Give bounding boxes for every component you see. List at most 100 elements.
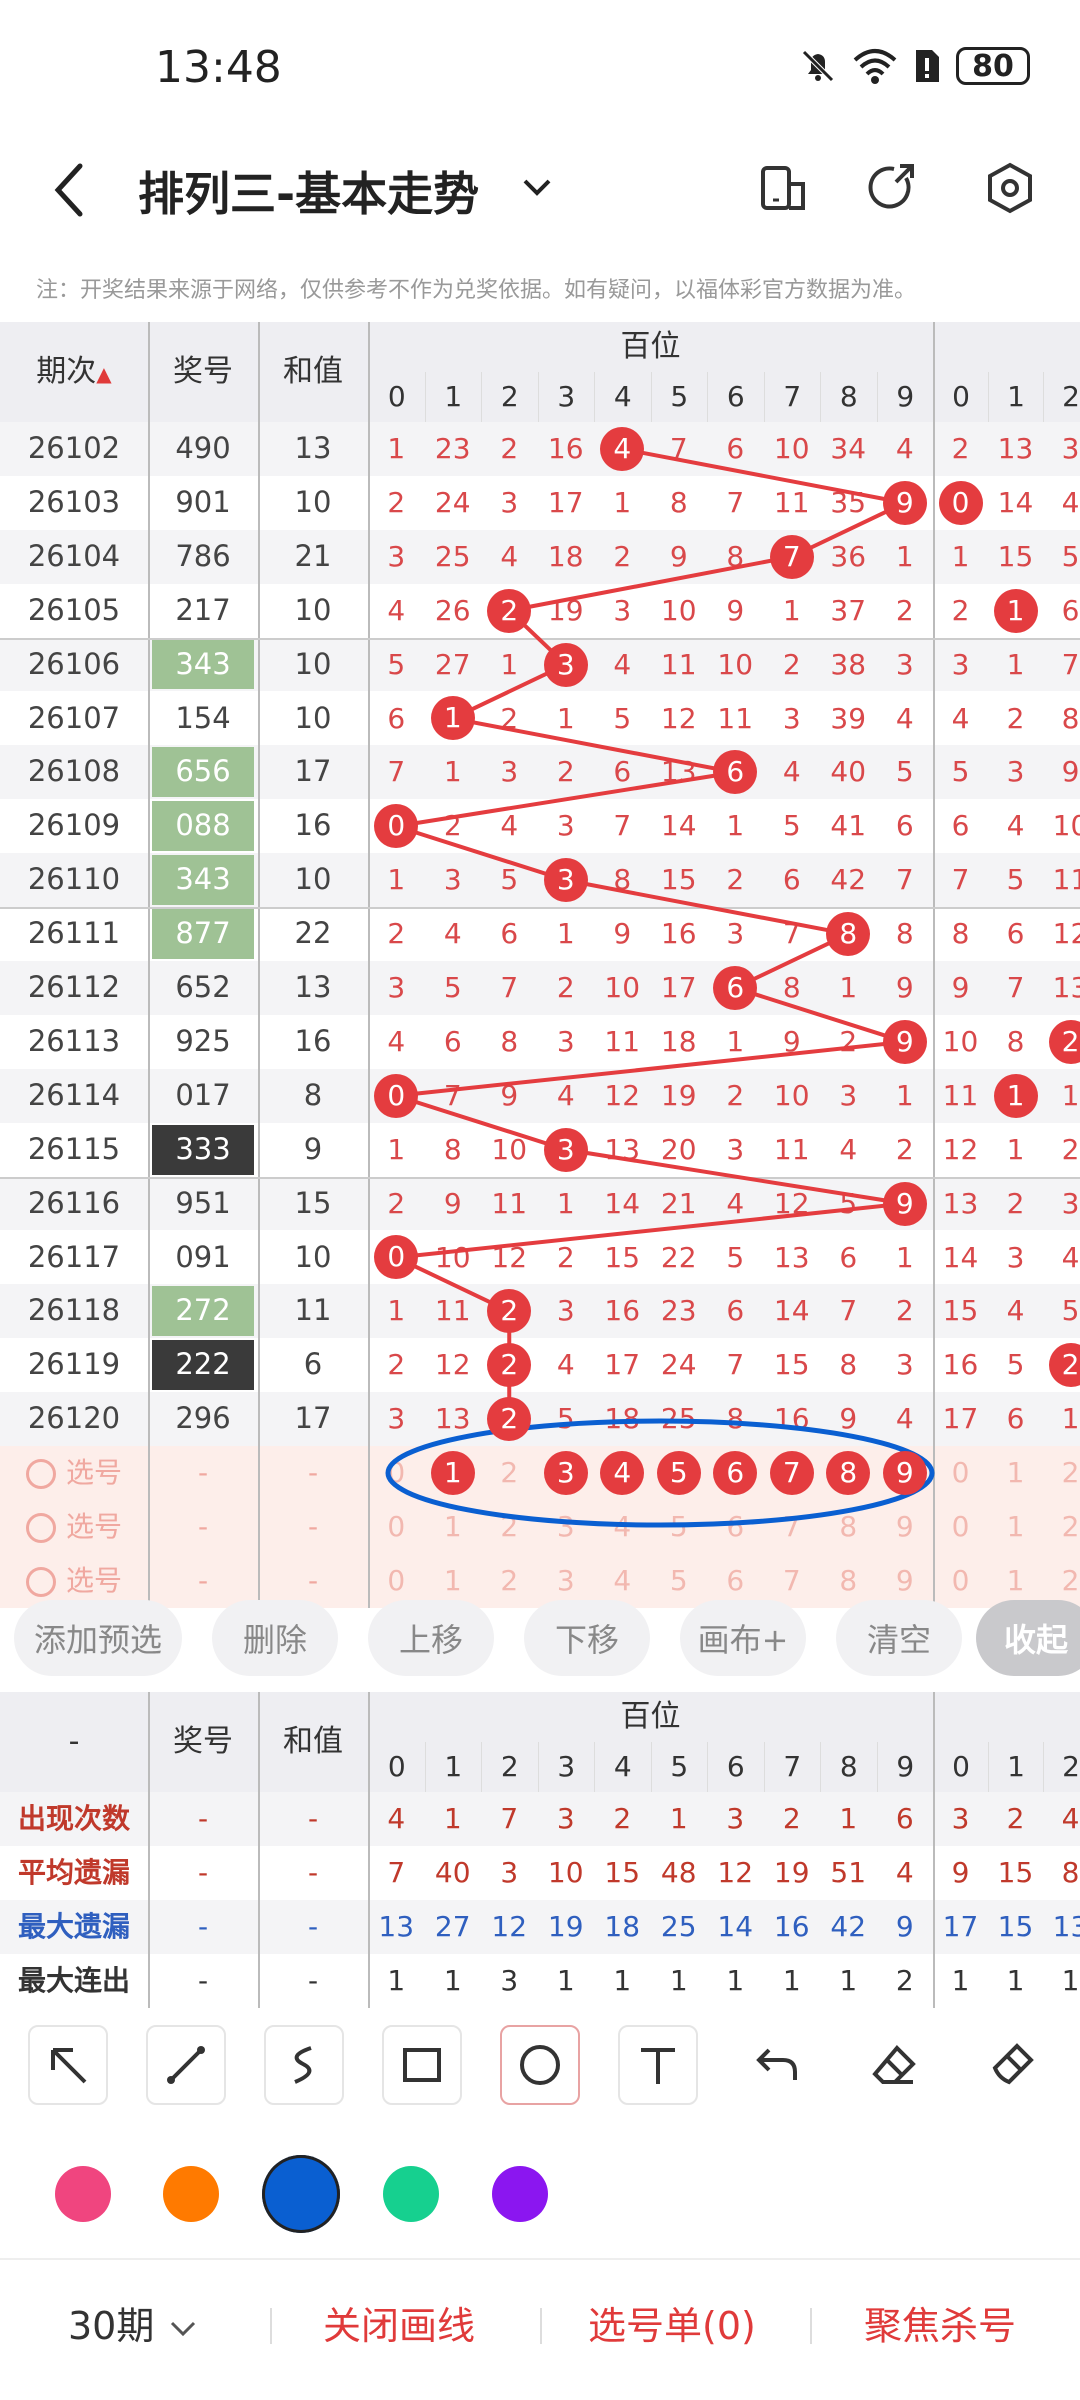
select-number-cell[interactable]: 0 [368, 1446, 425, 1500]
back-button[interactable] [40, 150, 100, 230]
miss-count-cell: 2 [782, 647, 801, 681]
miss-count-cell: 14 [604, 1186, 641, 1220]
radio-circle-icon[interactable] [25, 1459, 56, 1490]
select-row-label[interactable]: 选号 [0, 1446, 148, 1500]
miss-count-cell: 1 [500, 647, 519, 681]
miss-count-cell: 4 [895, 432, 914, 465]
select-number-cell[interactable]: 2 [1043, 1446, 1080, 1500]
select-number-cell[interactable]: 7 [764, 1500, 821, 1554]
miss-count-cell: 17 [547, 485, 584, 519]
brush-icon [992, 2043, 1034, 2085]
divider [540, 2308, 542, 2344]
color-blue-selected[interactable] [262, 2155, 340, 2233]
digit-header-4: 4 [594, 1742, 651, 1792]
miss-count-cell: 5 [1006, 1348, 1025, 1382]
text-tool[interactable] [618, 2025, 698, 2105]
color-green[interactable] [383, 2166, 439, 2222]
rectangle-tool[interactable] [382, 2025, 462, 2105]
layout-toggle-icon[interactable] [755, 160, 811, 216]
focus-kill-button[interactable]: 聚焦杀号 [864, 2295, 1016, 2350]
period-cell: 26107 [27, 700, 121, 735]
delete-button[interactable]: 删除 [212, 1600, 338, 1676]
move-up-button[interactable]: 上移 [368, 1600, 494, 1676]
col-sum-header: 和值 [258, 322, 368, 422]
select-number-cell[interactable]: 1 [988, 1500, 1043, 1554]
select-number-cell[interactable]: 0 [933, 1446, 988, 1500]
digit-header-5: 5 [650, 1742, 707, 1792]
select-number-cell[interactable]: 0 [933, 1554, 988, 1608]
miss-count-cell: 10 [491, 1132, 528, 1166]
select-number-cell[interactable]: 2 [1043, 1500, 1080, 1554]
eraser-tool[interactable] [854, 2025, 934, 2105]
miss-count-cell: 23 [434, 432, 471, 465]
col-period-header[interactable]: 期次▲ [0, 322, 148, 422]
select-number-cell[interactable]: 0 [368, 1500, 425, 1554]
stats-value: 17 [942, 1909, 979, 1943]
miss-count-cell: 4 [556, 1078, 575, 1112]
move-down-button[interactable]: 下移 [524, 1600, 650, 1676]
undo-tool[interactable] [736, 2025, 816, 2105]
select-number-cell[interactable]: 6 [707, 1500, 764, 1554]
page-title[interactable]: 排列三-基本走势 [138, 158, 479, 224]
select-number-cell[interactable]: 1 [425, 1500, 482, 1554]
add-preselect-button[interactable]: 添加预选 [14, 1600, 182, 1676]
clear-button[interactable]: 清空 [836, 1600, 962, 1676]
miss-count-cell: 1 [895, 1240, 914, 1274]
miss-count-cell: 3 [895, 647, 914, 681]
color-orange[interactable] [163, 2166, 219, 2222]
select-row-label[interactable]: 选号 [0, 1500, 148, 1554]
select-number-cell[interactable]: 3 [538, 1500, 595, 1554]
canvas-plus-button[interactable]: 画布+ [680, 1600, 806, 1676]
chevron-down-icon[interactable] [515, 165, 559, 209]
select-number-cell[interactable]: 4 [594, 1500, 651, 1554]
miss-count-cell: 2 [895, 593, 914, 627]
period-cell: 26105 [27, 592, 121, 627]
radio-circle-icon[interactable] [25, 1566, 56, 1597]
collapse-button[interactable]: 收起 [976, 1600, 1080, 1676]
miss-count-cell: 11 [604, 1024, 641, 1058]
settings-icon[interactable] [982, 160, 1038, 216]
miss-count-cell: 15 [660, 863, 697, 897]
select-number-cell[interactable]: 9 [877, 1500, 934, 1554]
select-number-cell[interactable]: 2 [481, 1446, 538, 1500]
pick-list-button[interactable]: 选号单(0) [588, 2295, 756, 2350]
select-number-cell[interactable]: 5 [651, 1500, 708, 1554]
status-icons: 80 [798, 46, 1030, 86]
miss-count-cell: 10 [604, 971, 641, 1004]
miss-count-cell: 21 [660, 1186, 697, 1220]
select-number-cell[interactable]: 2 [481, 1500, 538, 1554]
color-pink[interactable] [55, 2166, 111, 2222]
radio-circle-icon[interactable] [25, 1513, 56, 1543]
stats-value: 15 [604, 1855, 641, 1889]
select-number-cell[interactable]: 0 [933, 1500, 988, 1554]
circle-tool[interactable] [500, 2025, 580, 2105]
miss-count-cell: 7 [895, 863, 914, 897]
miss-count-cell: 2 [726, 863, 745, 897]
miss-count-cell: 3 [1006, 755, 1025, 789]
stats-value: 4 [387, 1802, 406, 1835]
select-number-cell[interactable]: 1 [988, 1446, 1043, 1500]
close-lines-button[interactable]: 关闭画线 [323, 2295, 475, 2350]
column-divider [148, 322, 150, 1608]
curve-tool[interactable] [264, 2025, 344, 2105]
period-cell: 26103 [27, 484, 121, 519]
color-purple[interactable] [492, 2166, 548, 2222]
select-number-cell[interactable]: 8 [820, 1500, 877, 1554]
select-number-cell[interactable]: 5 [651, 1554, 708, 1608]
miss-count-cell: 3 [839, 1078, 858, 1112]
miss-count-cell: 5 [726, 1240, 745, 1274]
line-tool[interactable] [146, 2025, 226, 2105]
miss-count-cell: 1 [726, 1024, 745, 1058]
period-cell: 26108 [27, 754, 121, 789]
period-selector[interactable]: 30期 [68, 2295, 200, 2350]
clear-brush-tool[interactable] [972, 2025, 1052, 2105]
share-icon[interactable] [866, 160, 922, 216]
miss-count-cell: 2 [839, 1024, 858, 1058]
miss-count-cell: 13 [1052, 971, 1080, 1004]
mute-bell-icon [802, 50, 834, 82]
stats-value: 4 [895, 1855, 914, 1889]
select-label: 选号 [65, 1563, 122, 1597]
stats-value: 7 [500, 1802, 519, 1835]
select-number-cell[interactable]: 2 [481, 1554, 538, 1608]
arrow-tool[interactable] [28, 2025, 108, 2105]
